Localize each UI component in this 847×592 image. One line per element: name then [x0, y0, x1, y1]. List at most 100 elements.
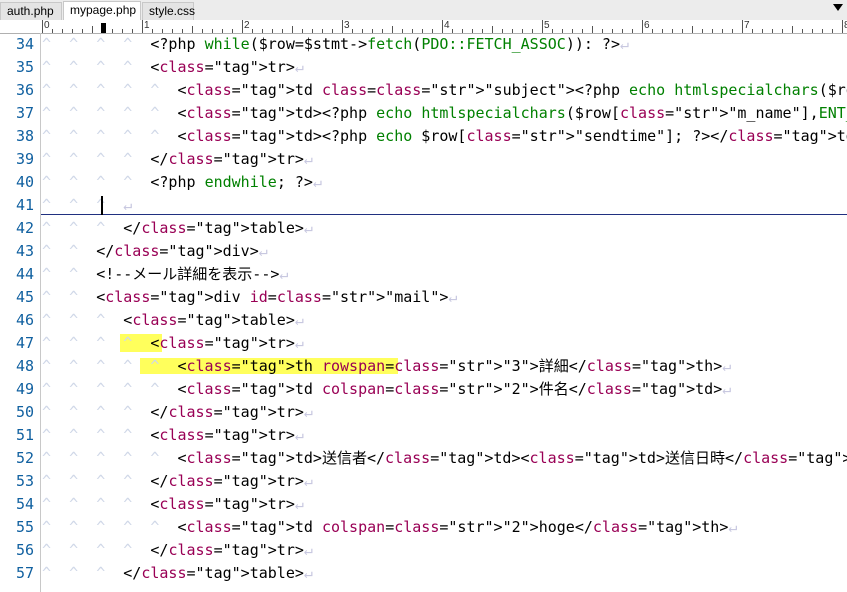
code-line-text: </class="tag">tr> [150, 403, 304, 421]
line-number: 38 [15, 127, 34, 145]
end-of-line-icon: ↵ [303, 564, 313, 582]
code-line-text: <class="tag">tr> [150, 334, 295, 352]
end-of-line-icon: ↵ [448, 288, 458, 306]
line-number: 48 [15, 357, 34, 375]
code-line[interactable]: ^ ^ ^ ^ ^ <class="tag">th rowspan=class=… [42, 355, 731, 378]
code-line-text: <class="tag">td>送信者</class="tag">td><cla… [177, 449, 847, 467]
code-line-text: <class="tag">tr> [150, 426, 295, 444]
code-line-text: </class="tag">div> [96, 242, 259, 260]
line-number: 41 [15, 196, 34, 214]
line-number: 36 [15, 81, 34, 99]
tab-style-css[interactable]: style.css [142, 2, 196, 20]
end-of-line-icon: ↵ [303, 403, 313, 421]
end-of-line-icon: ↵ [722, 380, 732, 398]
line-number: 52 [15, 449, 34, 467]
code-line-text: <class="tag">td><?php echo $row[class="s… [177, 127, 847, 145]
code-line[interactable]: ^ ^ ^ ^ <class="tag">tr>↵ [42, 493, 304, 516]
end-of-line-icon: ↵ [294, 58, 304, 76]
ruler-ticks [42, 20, 843, 33]
line-number: 42 [15, 219, 34, 237]
end-of-line-icon: ↵ [728, 518, 738, 536]
code-line[interactable]: ^ ^ ^ ^ <class="tag">tr>↵ [42, 424, 304, 447]
end-of-line-icon: ↵ [303, 150, 313, 168]
column-ruler: 0 1 2 3 4 5 6 7 8 [0, 20, 847, 34]
line-number: 57 [15, 564, 34, 582]
line-number: 45 [15, 288, 34, 306]
line-number: 47 [15, 334, 34, 352]
code-line-text: <class="tag">td class=class="str">"subje… [177, 81, 847, 99]
line-number: 37 [15, 104, 34, 122]
code-line[interactable]: ^ ^ ^ ^ </class="tag">tr>↵ [42, 401, 313, 424]
code-line[interactable]: ^ ^ ^ ^ ^ <class="tag">td>送信者</class="ta… [42, 447, 847, 470]
ruler-label-5: 5 [544, 20, 550, 31]
code-line[interactable]: ^ ^ ^ ^ <class="tag">tr>↵ [42, 56, 304, 79]
tab-label: style.css [149, 4, 196, 18]
tab-list-dropdown-icon[interactable] [833, 4, 843, 11]
code-line[interactable]: ^ ^ ^ <class="tag">table>↵ [42, 309, 304, 332]
code-line-text: <class="tag">td colspan=class="str">"2">… [177, 518, 729, 536]
code-line-text: <class="tag">tr> [150, 495, 295, 513]
end-of-line-icon: ↵ [620, 35, 630, 53]
tab-auth-php[interactable]: auth.php [0, 2, 62, 20]
end-of-line-icon: ↵ [294, 426, 304, 444]
end-of-line-icon: ↵ [294, 334, 304, 352]
tab-label: mypage.php [70, 3, 137, 17]
code-line[interactable]: ^ ^ ^ </class="tag">table>↵ [42, 562, 313, 585]
code-line[interactable]: ^ ^ ^ ^ </class="tag">tr>↵ [42, 148, 313, 171]
code-line-text: <class="tag">td><?php echo htmlspecialch… [177, 104, 847, 122]
line-number: 55 [15, 518, 34, 536]
end-of-line-icon: ↵ [294, 495, 304, 513]
end-of-line-icon: ↵ [258, 242, 268, 260]
code-line[interactable]: ^ ^ ^ ^ </class="tag">tr>↵ [42, 470, 313, 493]
code-line-text: <!--メール詳細を表示--> [96, 265, 280, 283]
ruler-label-1: 1 [144, 20, 150, 31]
code-editor[interactable]: 34 ^ ^ ^ ^ <?php while($row=$stmt->fetch(… [0, 33, 847, 592]
line-number: 54 [15, 495, 34, 513]
ruler-label-0: 0 [44, 20, 50, 31]
end-of-line-icon: ↵ [303, 219, 313, 237]
ruler-label-2: 2 [244, 20, 250, 31]
code-line-text: </class="tag">tr> [150, 150, 304, 168]
end-of-line-icon: ↵ [279, 265, 289, 283]
code-line-text: <class="tag">table> [123, 311, 295, 329]
code-line[interactable]: ^ ^ ^ ^ <?php while($row=$stmt->fetch(PD… [42, 33, 629, 56]
code-line-text: </class="tag">table> [123, 219, 304, 237]
code-line[interactable]: ^ ^ ^ </class="tag">table>↵ [42, 217, 313, 240]
code-line-text: </class="tag">tr> [150, 472, 304, 490]
code-line[interactable]: ^ ^ </class="tag">div>↵ [42, 240, 268, 263]
code-line[interactable]: ^ ^ ^ ^ ^ <class="tag">td><?php echo htm… [42, 102, 847, 125]
code-line[interactable]: ^ ^ ^ ^ ^ <class="tag">td><?php echo $ro… [42, 125, 847, 148]
code-line[interactable]: ^ ^ ^ ^ ^ <class="tag">td class=class="s… [42, 79, 847, 102]
code-line[interactable]: ^ ^ ^ ^ <?php endwhile; ?>↵ [42, 171, 322, 194]
line-number: 46 [15, 311, 34, 329]
code-line[interactable]: ^ ^ <!--メール詳細を表示-->↵ [42, 263, 288, 286]
tab-mypage-php[interactable]: mypage.php [63, 1, 141, 21]
code-line-text: <class="tag">th rowspan=class="str">"3">… [177, 357, 723, 375]
line-number: 51 [15, 426, 34, 444]
line-number: 44 [15, 265, 34, 283]
code-line-text: <class="tag">td colspan=class="str">"2">… [177, 380, 723, 398]
tab-bar: auth.php mypage.php style.css [0, 0, 847, 21]
ruler-caret-marker [101, 23, 106, 33]
end-of-line-icon: ↵ [303, 472, 313, 490]
code-line[interactable]: ^ ^ <class="tag">div id=class="str">"mai… [42, 286, 457, 309]
ruler-label-6: 6 [644, 20, 650, 31]
line-number: 34 [15, 35, 34, 53]
line-number: 49 [15, 380, 34, 398]
line-number: 35 [15, 58, 34, 76]
code-line[interactable]: ^ ^ ^ ^ ^ <class="tag">td colspan=class=… [42, 516, 737, 539]
code-line[interactable]: ^ ^ ^ ^ </class="tag">tr>↵ [42, 539, 313, 562]
code-line-text: </class="tag">table> [123, 564, 304, 582]
line-number: 50 [15, 403, 34, 421]
code-line[interactable]: ^ ^ ^ ^ <class="tag">tr>↵ [42, 332, 304, 355]
line-number: 56 [15, 541, 34, 559]
ruler-label-3: 3 [344, 20, 350, 31]
code-line-text: <?php while($row=$stmt->fetch(PDO::FETCH… [150, 35, 620, 53]
ruler-label-7: 7 [744, 20, 750, 31]
line-number: 43 [15, 242, 34, 260]
ruler-label-4: 4 [444, 20, 450, 31]
code-line-text: </class="tag">tr> [150, 541, 304, 559]
end-of-line-icon: ↵ [123, 196, 133, 214]
end-of-line-icon: ↵ [312, 173, 322, 191]
code-line[interactable]: ^ ^ ^ ^ ^ <class="tag">td colspan=class=… [42, 378, 731, 401]
